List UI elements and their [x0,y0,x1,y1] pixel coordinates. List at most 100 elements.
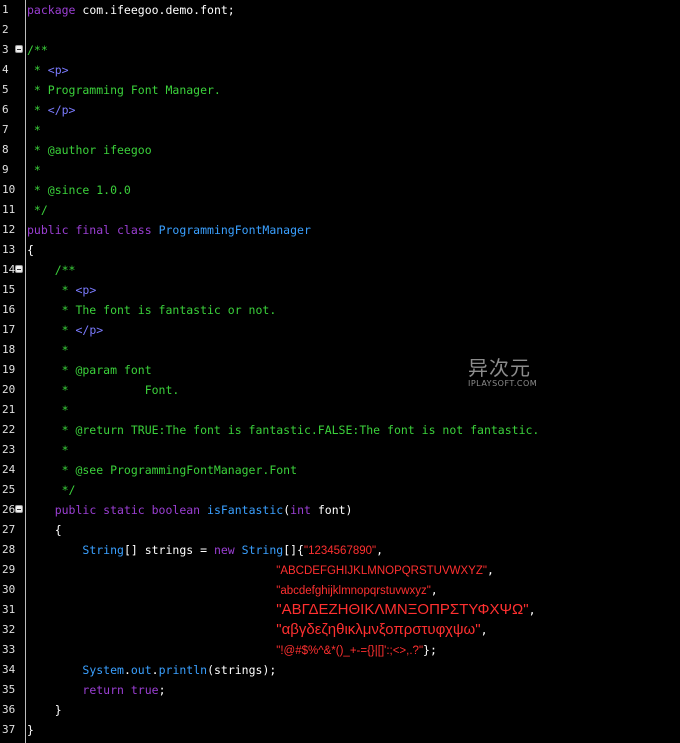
code-text: "abcdefghijklmnopqrstuvwxyz", [27,580,437,601]
code-text: * @since 1.0.0 [27,180,131,200]
code-token: font) [310,503,353,517]
fold-toggle-icon[interactable] [15,265,23,273]
code-line[interactable]: 35 return true; [0,680,680,700]
code-token: System [82,663,124,677]
code-token: [] strings = [123,543,214,557]
code-line[interactable]: 16 * The font is fantastic or not. [0,300,680,320]
code-line[interactable]: 30 "abcdefghijklmnopqrstuvwxyz", [0,580,680,600]
code-text: * [27,400,69,420]
code-line[interactable]: 32 "αβγδεζηθικλμνξοπρστυφχψω", [0,620,680,640]
code-line[interactable]: 8 * @author ifeegoo [0,140,680,160]
code-token: <p> [47,63,69,77]
code-line[interactable]: 15 * <p> [0,280,680,300]
line-number: 1 [2,3,9,16]
code-token: * [27,123,41,137]
code-token: * @see ProgrammingFontManager.Font [27,463,298,477]
code-token: * [27,343,69,357]
code-token: /** [27,43,48,57]
code-text: * @see ProgrammingFontManager.Font [27,460,297,480]
code-token: * @since 1.0.0 [27,183,131,197]
code-token: "ABCDEFGHIJKLMNOPQRSTUVWXYZ" [276,565,487,577]
code-text: } [27,700,62,720]
code-line[interactable]: 31 "ΑΒΓΔΕΖΗΘΙΚΛΜΝΞΟΠΡΣΤΥΦΧΨΩ", [0,600,680,620]
code-line[interactable]: 1 package com.ifeegoo.demo.font; [0,0,680,20]
code-line[interactable]: 9 * [0,160,680,180]
line-number: 18 [2,343,16,356]
code-text: } [27,720,34,740]
line-number: 20 [2,383,16,396]
code-line[interactable]: 6 * </p> [0,100,680,120]
code-token: * @return TRUE:The font is fantastic.FAL… [27,423,540,437]
code-token: */ [27,203,48,217]
code-token: * Font. [27,383,180,397]
line-number: 8 [2,143,9,156]
code-token: package [27,3,76,17]
code-text: */ [27,200,48,220]
code-line[interactable]: 23 * [0,440,680,460]
code-line[interactable]: 20 * Font. [0,380,680,400]
code-line[interactable]: 11 */ [0,200,680,220]
line-number: 34 [2,663,16,676]
line-number: 17 [2,323,16,336]
code-line[interactable]: 21 * [0,400,680,420]
line-number: 12 [2,223,16,236]
code-text: * <p> [27,280,97,300]
code-token: * [27,63,48,77]
code-line[interactable]: 34 System.out.println(strings); [0,660,680,680]
code-token: . [123,663,131,677]
code-line[interactable]: 10 * @since 1.0.0 [0,180,680,200]
code-line[interactable]: 24 * @see ProgrammingFontManager.Font [0,460,680,480]
code-line[interactable]: 26 public static boolean isFantastic(int… [0,500,680,520]
code-line[interactable]: 25 */ [0,480,680,500]
code-line[interactable]: 28 String[] strings = new String[]{"1234… [0,540,680,560]
code-token: * @param font [27,363,152,377]
code-line[interactable]: 5 * Programming Font Manager. [0,80,680,100]
code-line[interactable]: 27 { [0,520,680,540]
code-text: * @author ifeegoo [27,140,152,160]
code-line[interactable]: 22 * @return TRUE:The font is fantastic.… [0,420,680,440]
code-text: package com.ifeegoo.demo.font; [27,0,235,20]
code-line[interactable]: 33 "!@#$%^&*()_+-={}|[]':;<>,.?"}; [0,640,680,660]
code-line[interactable]: 13 { [0,240,680,260]
code-token: * @author ifeegoo [27,143,152,157]
code-text: * </p> [27,100,76,120]
code-line[interactable]: 29 "ABCDEFGHIJKLMNOPQRSTUVWXYZ", [0,560,680,580]
code-line[interactable]: 4 * <p> [0,60,680,80]
watermark: 异次元 IPLAYSOFT.COM [468,352,537,388]
code-token: public static boolean [54,503,208,517]
code-line[interactable]: 14 /** [0,260,680,280]
code-line[interactable]: 17 * </p> [0,320,680,340]
code-line[interactable]: 3/** [0,40,680,60]
line-number: 15 [2,283,16,296]
code-line[interactable]: 7 * [0,120,680,140]
fold-toggle-icon[interactable] [15,505,23,513]
code-text: { [27,520,62,540]
code-text: String[] strings = new String[]{"1234567… [27,540,383,561]
code-token: public final class [27,223,159,237]
code-line[interactable]: 19 * @param font [0,360,680,380]
code-token: (strings); [207,663,277,677]
code-text: public static boolean isFantastic(int fo… [27,500,353,520]
code-token: new [213,543,242,557]
code-token: * [27,283,76,297]
fold-toggle-icon[interactable] [15,45,23,53]
line-number: 21 [2,403,16,416]
code-line[interactable]: 2 [0,20,680,40]
line-number: 22 [2,423,16,436]
code-line[interactable]: 36 } [0,700,680,720]
code-token: int [290,503,311,517]
code-editor[interactable]: 1 package com.ifeegoo.demo.font; 2 3/** 4 * … [0,0,680,743]
code-line[interactable]: 18 * [0,340,680,360]
code-token: isFantastic [207,503,284,517]
code-text: * [27,120,41,140]
code-token: "ΑΒΓΔΕΖΗΘΙΚΛΜΝΞΟΠΡΣΤΥΦΧΨΩ" [276,601,529,618]
line-number: 36 [2,703,16,716]
code-text: public final class ProgrammingFontManage… [27,220,311,240]
code-token: , [480,623,488,637]
code-line[interactable]: 12 public final class ProgrammingFontMana… [0,220,680,240]
code-token: { [27,523,62,537]
code-line[interactable]: 37} [0,720,680,740]
